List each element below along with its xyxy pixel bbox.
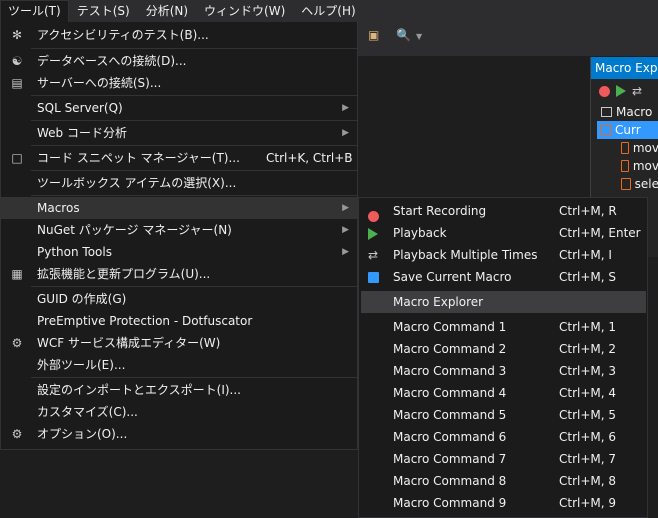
menu-tools[interactable]: ツール(T)	[0, 0, 69, 22]
submenu-arrow-icon: ▶	[342, 247, 349, 257]
menu-separator	[31, 377, 357, 378]
snippet-icon: □	[11, 151, 23, 165]
menu-item-python-tools[interactable]: Python Tools ▶	[1, 241, 357, 263]
playback-multiple-icon[interactable]: ⇄	[632, 84, 642, 98]
menu-help[interactable]: ヘルプ(H)	[293, 0, 363, 22]
menu-item-accessibility-test[interactable]: ✻ アクセシビリティのテスト(B)...	[1, 24, 357, 46]
menu-item-sql-server[interactable]: SQL Server(Q) ▶	[1, 97, 357, 119]
submenu-arrow-icon: ▶	[342, 103, 349, 113]
play-icon	[365, 222, 381, 244]
menu-item-connect-server[interactable]: ▤ サーバーへの接続(S)...	[1, 72, 357, 94]
submenu-item-macro-command-1[interactable]: Macro Command 1 Ctrl+M, 1	[359, 316, 647, 338]
menu-analyze[interactable]: 分析(N)	[138, 0, 196, 22]
macro-script-icon	[621, 178, 631, 190]
submenu-arrow-icon: ▶	[342, 203, 349, 213]
menu-separator	[31, 95, 357, 96]
macro-tree-item[interactable]: Curr	[597, 121, 658, 139]
menu-item-macros[interactable]: Macros ▶	[1, 197, 357, 219]
menu-item-nuget-package-manager[interactable]: NuGet パッケージ マネージャー(N) ▶	[1, 219, 357, 241]
macro-tree-root[interactable]: Macro	[591, 103, 658, 121]
submenu-item-macro-command-9[interactable]: Macro Command 9 Ctrl+M, 9	[359, 492, 647, 514]
menu-item-wcf-config-editor[interactable]: ⚙ WCF サービス構成エディター(W)	[1, 332, 357, 354]
menu-test[interactable]: テスト(S)	[69, 0, 138, 22]
submenu-item-playback-multiple[interactable]: ⇄ Playback Multiple Times Ctrl+M, I	[359, 244, 647, 266]
server-connect-icon: ▤	[11, 76, 23, 90]
submenu-item-playback[interactable]: Playback Ctrl+M, Enter	[359, 222, 647, 244]
macro-tree-item[interactable]: sele	[591, 175, 658, 193]
menu-item-customize[interactable]: カスタマイズ(C)...	[1, 401, 357, 423]
menu-item-code-snippets-manager[interactable]: □ コード スニペット マネージャー(T)... Ctrl+K, Ctrl+B	[1, 147, 357, 169]
macro-script-icon	[621, 142, 629, 154]
menu-separator	[31, 170, 357, 171]
options-gear-icon: ⚙	[11, 427, 23, 441]
menu-item-connect-database[interactable]: ☯ データベースへの接続(D)...	[1, 50, 357, 72]
submenu-item-macro-command-5[interactable]: Macro Command 5 Ctrl+M, 5	[359, 404, 647, 426]
menu-item-create-guid[interactable]: GUID の作成(G)	[1, 288, 357, 310]
menu-separator	[31, 145, 357, 146]
submenu-item-macro-command-2[interactable]: Macro Command 2 Ctrl+M, 2	[359, 338, 647, 360]
submenu-item-start-recording[interactable]: Start Recording Ctrl+M, R	[359, 200, 647, 222]
extensions-icon: ▦	[11, 267, 23, 281]
find-icon[interactable]: 🔍	[396, 28, 411, 42]
database-connect-icon: ☯	[11, 54, 23, 68]
menu-bar: ツール(T) テスト(S) 分析(N) ウィンドウ(W) ヘルプ(H)	[0, 0, 658, 22]
menu-item-import-export-settings[interactable]: 設定のインポートとエクスポート(I)...	[1, 379, 357, 401]
submenu-item-macro-command-7[interactable]: Macro Command 7 Ctrl+M, 7	[359, 448, 647, 470]
submenu-item-macro-command-4[interactable]: Macro Command 4 Ctrl+M, 4	[359, 382, 647, 404]
playback-multiple-icon: ⇄	[367, 248, 379, 262]
menu-item-options[interactable]: ⚙ オプション(O)...	[1, 423, 357, 445]
macro-folder-icon	[601, 107, 612, 117]
menu-item-preemptive-dotfuscator[interactable]: PreEmptive Protection - Dotfuscator	[1, 310, 357, 332]
macro-tree-item[interactable]: mov	[591, 157, 658, 175]
submenu-arrow-icon: ▶	[342, 225, 349, 235]
folder-find-icon[interactable]: ▣	[368, 28, 379, 42]
menu-item-extensions-updates[interactable]: ▦ 拡張機能と更新プログラム(U)...	[1, 263, 357, 285]
record-icon[interactable]	[599, 85, 610, 97]
submenu-arrow-icon: ▶	[342, 128, 349, 138]
menu-item-choose-toolbox-items[interactable]: ツールボックス アイテムの選択(X)...	[1, 172, 357, 194]
menu-separator	[31, 48, 357, 49]
macro-script-icon	[601, 124, 611, 136]
tools-dropdown-menu: ✻ アクセシビリティのテスト(B)... ☯ データベースへの接続(D)... …	[0, 22, 358, 450]
menu-separator	[31, 286, 357, 287]
dropdown-arrow-icon[interactable]: ▼	[416, 32, 422, 41]
macro-explorer-toolbar: ⇄	[591, 79, 658, 103]
macro-explorer-title[interactable]: Macro Explorer	[591, 57, 658, 79]
play-icon[interactable]	[616, 85, 626, 97]
accessibility-icon: ✻	[11, 28, 23, 42]
submenu-item-save-current-macro[interactable]: Save Current Macro Ctrl+M, S	[359, 266, 647, 288]
menu-separator	[31, 120, 357, 121]
macro-script-icon	[621, 160, 629, 172]
submenu-item-macro-explorer[interactable]: Macro Explorer	[361, 291, 646, 313]
wcf-gear-icon: ⚙	[11, 336, 23, 350]
macro-tree-item[interactable]: mov	[591, 139, 658, 157]
menu-item-external-tools[interactable]: 外部ツール(E)...	[1, 354, 357, 376]
menu-separator	[31, 195, 357, 196]
menu-window[interactable]: ウィンドウ(W)	[196, 0, 293, 22]
submenu-item-macro-command-8[interactable]: Macro Command 8 Ctrl+M, 8	[359, 470, 647, 492]
toolbar: ▣ 🔍 ▼	[358, 22, 658, 56]
save-icon	[365, 266, 381, 288]
macros-submenu: Start Recording Ctrl+M, R Playback Ctrl+…	[358, 197, 648, 518]
submenu-item-macro-command-6[interactable]: Macro Command 6 Ctrl+M, 6	[359, 426, 647, 448]
menu-item-web-code-analysis[interactable]: Web コード分析 ▶	[1, 122, 357, 144]
submenu-item-macro-command-3[interactable]: Macro Command 3 Ctrl+M, 3	[359, 360, 647, 382]
